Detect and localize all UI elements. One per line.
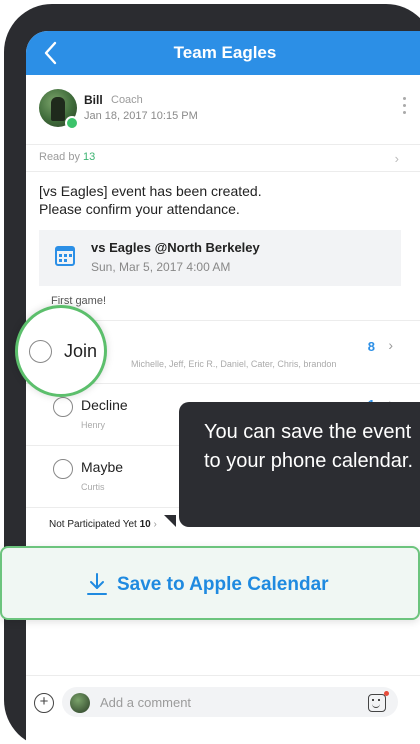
save-to-calendar-button[interactable]: Save to Apple Calendar: [0, 546, 420, 620]
more-icon[interactable]: [399, 97, 409, 119]
post-timestamp: Jan 18, 2017 10:15 PM: [84, 110, 198, 122]
plus-icon[interactable]: +: [34, 693, 54, 713]
divider: [26, 675, 420, 676]
not-participated-count: 10: [139, 519, 151, 530]
comment-bar: + Add a comment: [26, 683, 420, 723]
calendar-icon: [55, 246, 75, 266]
save-button-label: Save to Apple Calendar: [117, 574, 329, 595]
notification-dot: [384, 691, 389, 696]
post-body-line: Please confirm your attendance.: [39, 201, 240, 217]
navigation-bar: Team Eagles: [26, 31, 420, 75]
chevron-right-icon: ›: [153, 519, 157, 530]
author-role: Coach: [111, 94, 143, 106]
join-label-large: Join: [64, 341, 98, 361]
post-body: [vs Eagles] event has been created. Plea…: [39, 182, 399, 218]
divider: [26, 144, 420, 145]
maybe-label: Maybe: [81, 459, 124, 475]
page-title: Team Eagles: [173, 43, 277, 62]
join-spotlight[interactable]: Join: [15, 305, 107, 397]
tooltip-tail: [164, 515, 176, 527]
post-body-line: [vs Eagles] event has been created.: [39, 183, 262, 199]
read-by-row[interactable]: Read by 13 ›: [39, 151, 399, 167]
tooltip: You can save the event to your phone cal…: [179, 402, 420, 527]
sticker-icon[interactable]: [368, 694, 386, 712]
join-count: 8: [367, 339, 375, 354]
decline-label: Decline: [81, 397, 128, 413]
author-name[interactable]: Bill: [84, 93, 103, 107]
tooltip-text: You can save the event to your phone cal…: [204, 421, 414, 472]
chevron-right-icon: ›: [388, 337, 393, 353]
event-card[interactable]: vs Eagles @North Berkeley Sun, Mar 5, 20…: [39, 230, 401, 286]
not-participated-label: Not Participated Yet: [49, 519, 137, 530]
maybe-radio[interactable]: [53, 459, 73, 479]
not-participated-row[interactable]: Not Participated Yet 10 ›: [49, 519, 157, 530]
maybe-names: Curtis: [81, 482, 105, 492]
chevron-right-icon: ›: [394, 151, 399, 166]
event-date: Sun, Mar 5, 2017 4:00 AM: [91, 260, 231, 274]
comment-placeholder: Add a comment: [100, 695, 192, 710]
read-by-label: Read by: [39, 151, 84, 163]
join-radio[interactable]: [29, 340, 52, 363]
join-names: Michelle, Jeff, Eric R., Daniel, Cater, …: [131, 359, 337, 369]
decline-radio[interactable]: [53, 397, 73, 417]
read-count: 13: [83, 151, 96, 163]
divider: [26, 171, 420, 172]
avatar: [70, 693, 90, 713]
post-header: Bill Coach Jan 18, 2017 10:15 PM: [39, 89, 409, 139]
decline-names: Henry: [81, 420, 106, 430]
online-badge-icon: [65, 116, 79, 130]
download-icon: [87, 573, 107, 595]
event-title: vs Eagles @North Berkeley: [91, 240, 260, 255]
